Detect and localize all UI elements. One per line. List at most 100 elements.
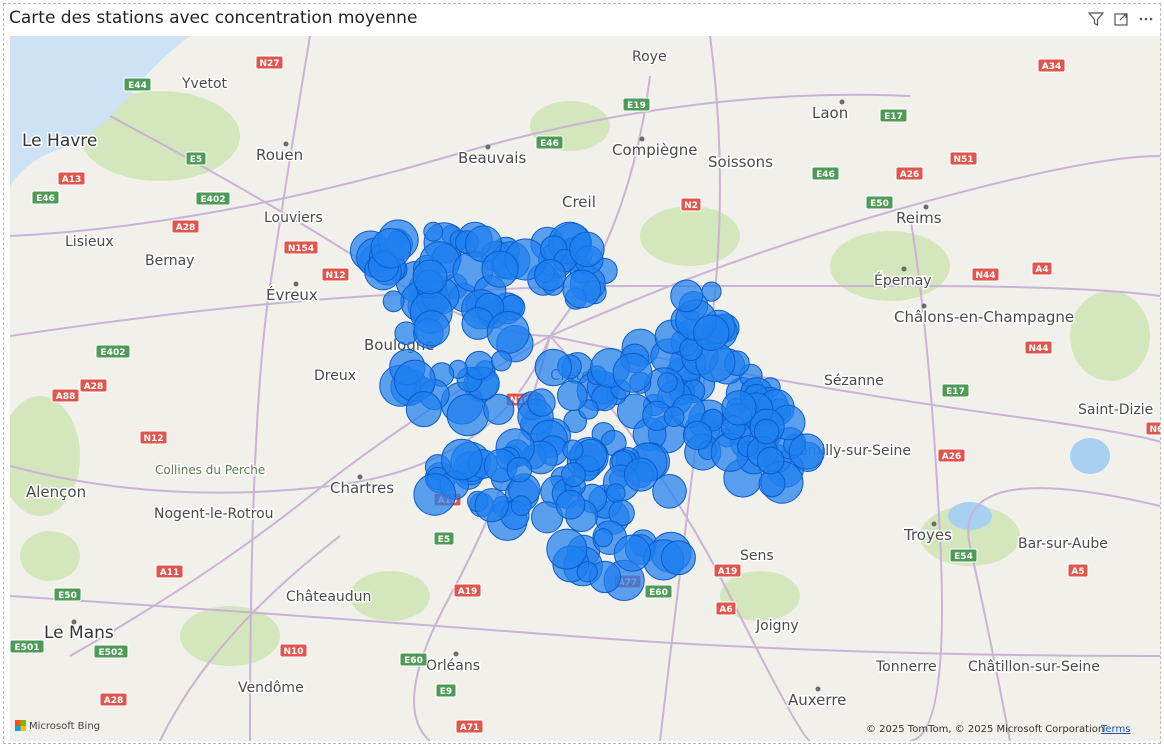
svg-text:N10: N10 <box>283 647 303 657</box>
station-bubble[interactable] <box>753 418 780 445</box>
station-bubble[interactable] <box>562 269 602 309</box>
city-label: Louviers <box>264 210 323 226</box>
station-bubble[interactable] <box>788 433 825 470</box>
more-options-icon[interactable] <box>1137 10 1155 28</box>
road-shield: E402 <box>95 344 131 359</box>
svg-text:A6: A6 <box>719 605 732 615</box>
station-bubble[interactable] <box>413 310 450 347</box>
station-bubble[interactable] <box>464 350 494 380</box>
station-bubble[interactable] <box>510 495 532 517</box>
road-shield: A5 <box>1067 563 1089 578</box>
city-label: Dreux <box>314 368 356 384</box>
station-bubble[interactable] <box>534 259 567 291</box>
svg-text:A4: A4 <box>1035 265 1048 275</box>
station-bubble[interactable] <box>481 250 519 288</box>
station-bubble[interactable] <box>405 391 442 428</box>
focus-mode-icon[interactable] <box>1112 10 1130 28</box>
station-bubble[interactable] <box>670 279 703 313</box>
svg-text:A13: A13 <box>62 175 82 185</box>
station-bubble[interactable] <box>413 473 457 516</box>
station-bubble[interactable] <box>412 259 448 295</box>
station-bubble[interactable] <box>758 470 786 498</box>
city-label: Évreux <box>266 285 318 304</box>
svg-text:E402: E402 <box>201 195 226 205</box>
city-label: Châteaudun <box>286 589 371 605</box>
city-dot <box>357 474 363 480</box>
station-bubble[interactable] <box>613 534 651 572</box>
svg-text:N67: N67 <box>1149 425 1160 435</box>
city-dot <box>839 99 845 105</box>
station-bubble[interactable] <box>534 348 572 387</box>
station-bubble[interactable] <box>555 489 586 520</box>
station-bubble[interactable] <box>652 474 687 509</box>
station-bubble[interactable] <box>490 350 512 372</box>
road-shield: N67 <box>1145 421 1160 436</box>
station-bubble[interactable] <box>721 390 757 426</box>
station-bubble[interactable] <box>693 314 730 351</box>
city-label: Creil <box>562 193 596 211</box>
road-shield: A4 <box>1031 261 1053 276</box>
road-shield: E501 <box>10 639 45 654</box>
svg-text:E54: E54 <box>954 552 973 562</box>
svg-text:A28: A28 <box>84 382 104 392</box>
station-bubble[interactable] <box>382 290 405 313</box>
svg-text:E501: E501 <box>15 643 40 653</box>
station-bubble[interactable] <box>474 488 509 523</box>
station-bubble[interactable] <box>423 221 444 242</box>
provider-label: Microsoft Bing <box>29 721 101 732</box>
svg-text:A5: A5 <box>1071 567 1084 577</box>
city-dot <box>453 651 459 657</box>
city-label: Compiègne <box>612 141 697 159</box>
city-label: Reims <box>896 209 942 227</box>
svg-text:E402: E402 <box>101 348 126 358</box>
station-bubble[interactable] <box>576 561 598 583</box>
station-bubble[interactable] <box>657 372 678 393</box>
road-shield: A6 <box>715 601 737 616</box>
svg-text:N2: N2 <box>684 201 698 211</box>
road-shield: A28 <box>171 219 200 234</box>
station-bubble[interactable] <box>623 457 658 492</box>
station-bubble[interactable] <box>370 228 412 269</box>
city-dot <box>901 266 907 272</box>
bing-map[interactable]: Yvetot Le Havre Rouen Beauvais Roye Laon Compi… <box>10 36 1160 741</box>
station-bubble[interactable] <box>561 462 586 488</box>
road-shield: E502 <box>93 644 129 659</box>
station-bubble[interactable] <box>546 528 588 570</box>
svg-text:A71: A71 <box>460 723 480 733</box>
city-label: Rouen <box>256 146 303 164</box>
road-shield: E46 <box>31 190 60 205</box>
station-bubble[interactable] <box>562 439 584 461</box>
svg-text:N12: N12 <box>143 434 163 444</box>
terms-link[interactable]: Terms <box>1101 724 1130 735</box>
station-bubble[interactable] <box>569 231 605 268</box>
station-bubble[interactable] <box>446 393 489 437</box>
road-shield: N27 <box>255 55 284 70</box>
city-dot <box>921 303 927 309</box>
station-bubble[interactable] <box>606 483 626 503</box>
station-bubble[interactable] <box>593 528 613 548</box>
station-bubble[interactable] <box>756 446 785 475</box>
station-bubble[interactable] <box>506 456 533 483</box>
station-bubble[interactable] <box>556 380 588 412</box>
city-dot <box>485 144 491 150</box>
map-canvas[interactable]: Yvetot Le Havre Rouen Beauvais Roye Laon Compi… <box>10 36 1160 741</box>
station-bubble[interactable] <box>527 388 556 417</box>
station-bubble[interactable] <box>682 420 713 451</box>
svg-text:A19: A19 <box>718 567 738 577</box>
filter-icon[interactable] <box>1087 10 1105 28</box>
station-bubble[interactable] <box>660 540 696 576</box>
road-shield: N2 <box>680 197 702 212</box>
city-label: Le Havre <box>22 131 97 151</box>
road-shield: A71 <box>455 719 484 734</box>
station-bubble[interactable] <box>663 406 685 428</box>
station-bubble[interactable] <box>612 352 653 393</box>
station-bubble[interactable] <box>486 311 530 354</box>
svg-text:E50: E50 <box>58 591 77 601</box>
svg-text:A26: A26 <box>900 170 920 180</box>
road-shield: A26 <box>895 166 924 181</box>
bing-attribution: Microsoft Bing <box>15 720 100 732</box>
station-bubble[interactable] <box>441 438 483 481</box>
city-dot <box>931 521 937 527</box>
city-dot <box>71 619 77 625</box>
road-shield: E9 <box>435 683 457 698</box>
